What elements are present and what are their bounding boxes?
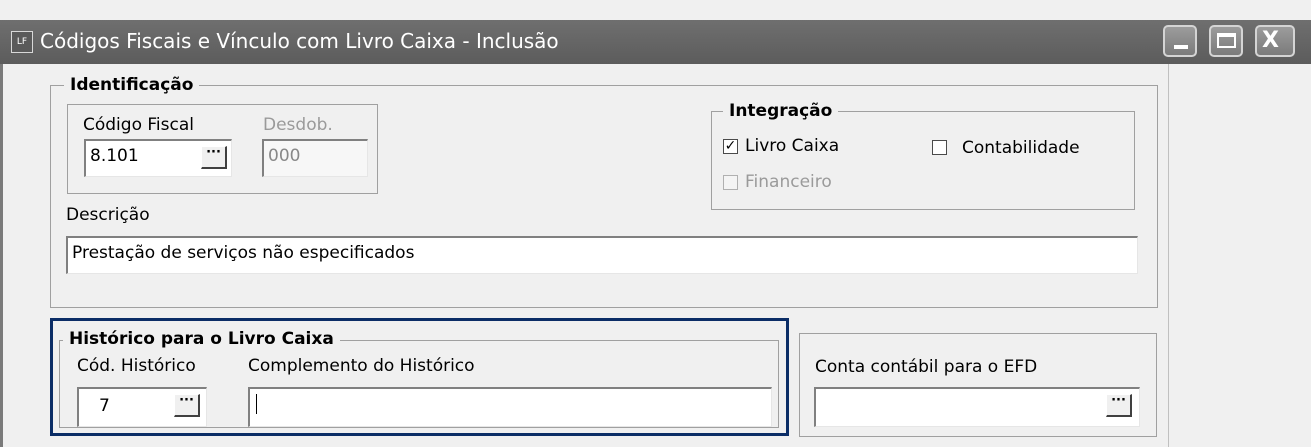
financeiro-label: Financeiro [745, 172, 832, 192]
desdob-label: Desdob. [263, 115, 333, 135]
desdob-input: 000 [262, 139, 368, 177]
complemento-input[interactable] [248, 387, 772, 427]
app-icon: LF [11, 31, 33, 53]
codigo-fiscal-value: 8.101 [90, 146, 139, 166]
window-title: Códigos Fiscais e Vínculo com Livro Caix… [40, 29, 559, 53]
efd-browse-button[interactable]: ··· [1106, 394, 1132, 417]
check-mark-icon: ✓ [724, 138, 737, 154]
dialog-window: LF Códigos Fiscais e Vínculo com Livro C… [0, 0, 1311, 447]
side-panel [1168, 64, 1311, 447]
close-icon: X [1262, 28, 1279, 53]
livro-caixa-label[interactable]: Livro Caixa [745, 136, 839, 156]
efd-input[interactable] [814, 387, 1140, 427]
window-left-border [0, 64, 3, 447]
descricao-label: Descrição [66, 205, 150, 225]
contabilidade-label[interactable]: Contabilidade [962, 138, 1080, 158]
cod-historico-browse-button[interactable]: ··· [174, 394, 200, 417]
maximize-icon [1217, 33, 1236, 48]
integracao-group [711, 111, 1135, 210]
financeiro-checkbox [723, 175, 738, 190]
complemento-label: Complemento do Histórico [248, 356, 475, 376]
maximize-button[interactable] [1209, 25, 1243, 57]
cod-historico-label: Cód. Histórico [77, 356, 196, 376]
historico-legend: Histórico para o Livro Caixa [63, 329, 340, 349]
identificacao-legend: Identificação [64, 75, 200, 95]
close-button[interactable]: X [1255, 25, 1295, 57]
descricao-value: Prestação de serviços não especificados [72, 243, 415, 263]
integracao-legend: Integração [723, 101, 839, 121]
minimize-icon [1174, 45, 1188, 49]
codigo-fiscal-label: Código Fiscal [83, 115, 194, 135]
descricao-input[interactable]: Prestação de serviços não especificados [66, 236, 1138, 274]
text-cursor [256, 394, 257, 414]
contabilidade-checkbox[interactable] [932, 140, 947, 155]
efd-label: Conta contábil para o EFD [815, 357, 1038, 377]
cod-historico-value: 7 [99, 396, 110, 416]
desdob-value: 000 [268, 146, 301, 166]
minimize-button[interactable] [1163, 25, 1197, 57]
codigo-fiscal-browse-button[interactable]: ··· [201, 146, 227, 169]
title-bar[interactable]: LF Códigos Fiscais e Vínculo com Livro C… [0, 20, 1311, 64]
livro-caixa-checkbox[interactable]: ✓ [723, 139, 738, 154]
